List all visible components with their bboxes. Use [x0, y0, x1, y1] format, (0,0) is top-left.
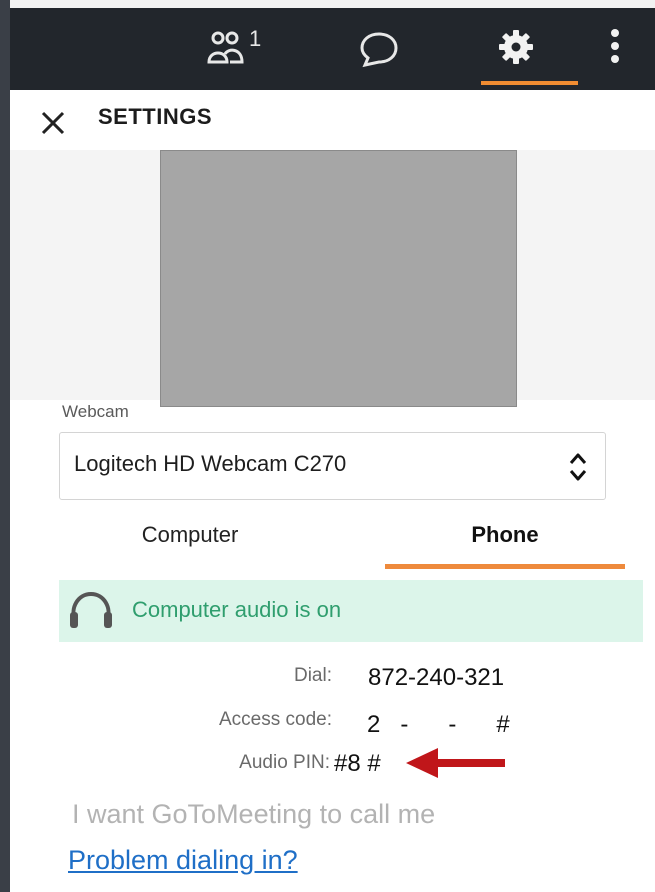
- tab-computer[interactable]: Computer: [60, 522, 320, 572]
- call-me-option[interactable]: I want GoToMeeting to call me: [72, 799, 435, 830]
- top-toolbar: [10, 0, 655, 90]
- problem-dialing-link[interactable]: Problem dialing in?: [68, 845, 298, 876]
- webcam-select-value: Logitech HD Webcam C270: [74, 451, 347, 476]
- audio-pin-value-part-1: #8: [334, 750, 361, 777]
- access-code-value: 2 - - #: [367, 711, 510, 738]
- up-down-chevron-icon: [569, 453, 587, 481]
- audio-pin-value-part-2: #: [367, 750, 381, 777]
- audio-status-text: Computer audio is on: [132, 597, 342, 622]
- webcam-select[interactable]: Logitech HD Webcam C270: [59, 432, 606, 500]
- gear-icon[interactable]: [496, 27, 536, 67]
- chat-bubble-icon[interactable]: [357, 27, 401, 71]
- vertical-dots-icon[interactable]: [605, 27, 625, 69]
- red-arrow-icon: [406, 748, 505, 778]
- audio-pin-label: Audio PIN:: [239, 752, 330, 773]
- people-icon[interactable]: [206, 28, 246, 68]
- close-icon[interactable]: [38, 108, 68, 138]
- phone-tab-underline: [385, 564, 625, 569]
- participant-count-badge: 1: [249, 26, 262, 51]
- audio-pin-value: #8 #: [334, 750, 381, 778]
- headset-icon: [70, 591, 112, 628]
- left-border: [0, 0, 10, 892]
- webcam-preview: [160, 150, 517, 407]
- dial-label: Dial:: [293, 665, 332, 686]
- active-tab-underline: [481, 81, 578, 85]
- settings-title: SETTINGS: [98, 104, 213, 129]
- dial-number: 872-240-321: [368, 664, 505, 691]
- webcam-label: Webcam: [62, 402, 129, 421]
- access-code-label: Access code:: [219, 709, 332, 730]
